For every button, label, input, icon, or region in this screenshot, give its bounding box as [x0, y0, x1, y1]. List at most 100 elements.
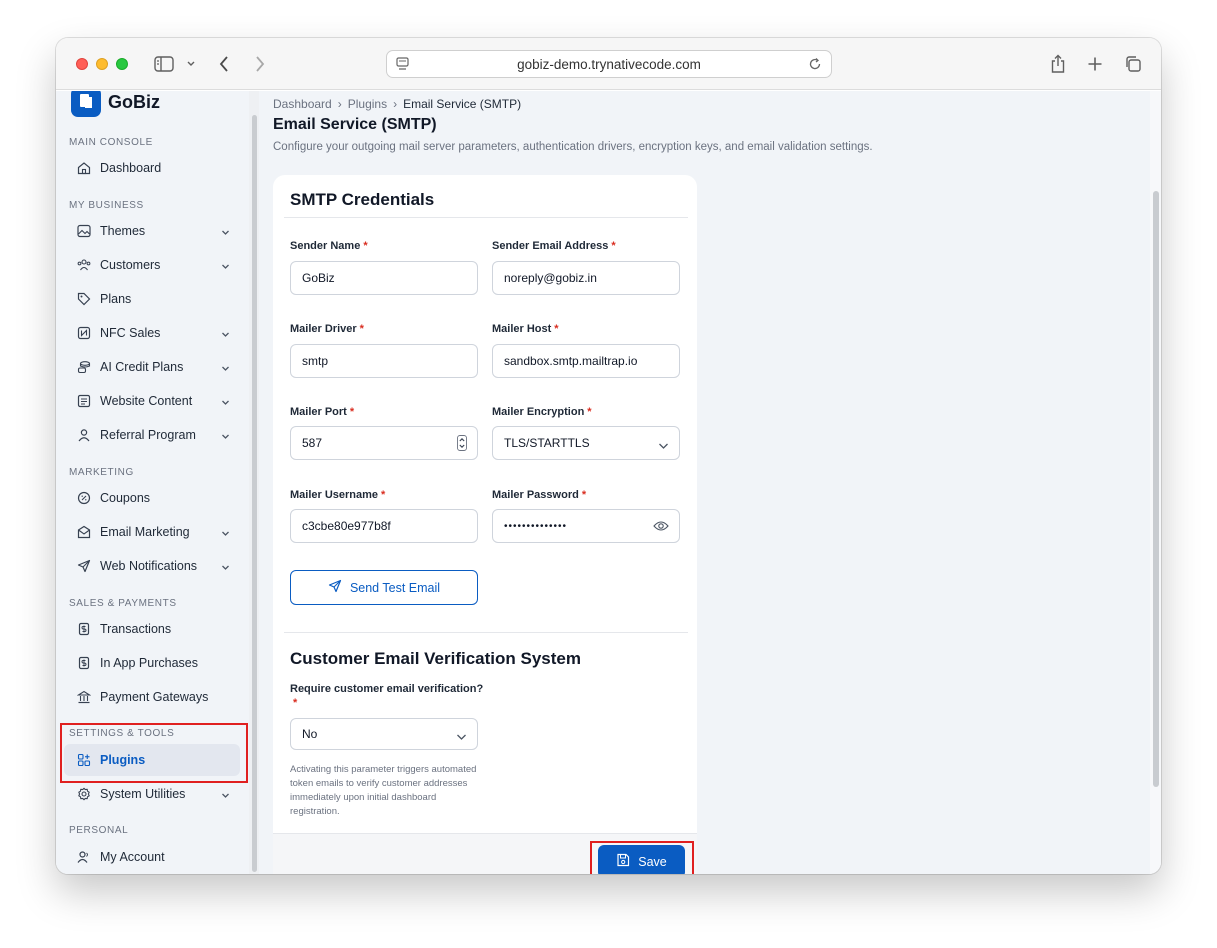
- main-scrollbar[interactable]: [1153, 191, 1159, 787]
- mailer-host-input[interactable]: sandbox.smtp.mailtrap.io: [492, 344, 680, 378]
- breadcrumb-separator: ›: [393, 97, 398, 111]
- sidebar-item-coupons[interactable]: Coupons: [64, 482, 240, 514]
- chevron-down-icon: [221, 225, 230, 239]
- mailer-encryption-select[interactable]: TLS/STARTTLS: [492, 426, 680, 460]
- chevron-down-icon: [221, 259, 230, 273]
- page-title: Email Service (SMTP): [273, 116, 437, 133]
- app-logo[interactable]: GoBiz: [71, 91, 160, 117]
- required-mark: *: [359, 323, 364, 335]
- sidebar-item-referral-program[interactable]: Referral Program: [64, 419, 240, 451]
- password-value: ••••••••••••••: [504, 520, 568, 532]
- number-stepper-icon[interactable]: [457, 435, 467, 454]
- label-text: Mailer Username: [290, 489, 379, 501]
- sidebar-item-label: Coupons: [100, 491, 151, 505]
- address-bar[interactable]: gobiz-demo.trynativecode.com: [386, 50, 832, 78]
- sidebar-item-label: Plans: [100, 292, 132, 306]
- users-icon: [76, 257, 92, 273]
- mailer-port-label: Mailer Port *: [290, 406, 354, 418]
- sidebar-toggle-icon[interactable]: [153, 52, 175, 76]
- tag-icon: [76, 291, 92, 307]
- sidebar-item-plans[interactable]: Plans: [64, 283, 240, 315]
- send-test-email-button[interactable]: Send Test Email: [290, 570, 478, 605]
- smtp-credentials-heading: SMTP Credentials: [290, 190, 435, 209]
- section-personal: PERSONAL: [69, 825, 129, 836]
- user-icon: [76, 427, 92, 443]
- breadcrumb-plugins[interactable]: Plugins: [348, 97, 387, 111]
- mailer-port-input[interactable]: 587: [290, 426, 478, 460]
- reload-icon[interactable]: [807, 56, 823, 75]
- image-icon: [76, 223, 92, 239]
- sidebar-item-ai-credit-plans[interactable]: AI Credit Plans: [64, 351, 240, 383]
- required-mark: *: [349, 406, 355, 418]
- sidebar-item-web-notifications[interactable]: Web Notifications: [64, 550, 240, 582]
- page-viewport: GoBiz MAIN CONSOLE Dashboard MY BUSINESS…: [56, 91, 1161, 874]
- label-text: Mailer Encryption: [492, 406, 585, 418]
- input-value: noreply@gobiz.in: [504, 271, 597, 285]
- minimize-window-button[interactable]: [96, 58, 108, 70]
- send-icon: [76, 558, 92, 574]
- chevron-down-icon: [658, 439, 669, 453]
- label-text: Mailer Host: [492, 323, 552, 335]
- sidebar-item-themes[interactable]: Themes: [64, 215, 240, 247]
- label-text: Sender Email Address: [492, 240, 609, 252]
- verification-question-label: Require customer email verification?: [290, 683, 484, 695]
- tab-overview-icon[interactable]: [1123, 52, 1143, 76]
- eye-icon[interactable]: [653, 520, 669, 535]
- sidebar-item-my-account[interactable]: My Account: [64, 841, 240, 873]
- breadcrumb: Dashboard › Plugins › Email Service (SMT…: [273, 97, 521, 111]
- sidebar-item-in-app-purchases[interactable]: In App Purchases: [64, 647, 240, 679]
- new-tab-icon[interactable]: [1086, 52, 1104, 76]
- sidebar-item-label: NFC Sales: [100, 326, 161, 340]
- breadcrumb-current: Email Service (SMTP): [403, 97, 522, 111]
- mailer-password-label: Mailer Password *: [492, 489, 586, 501]
- sidebar-item-website-content[interactable]: Website Content: [64, 385, 240, 417]
- account-icon: [76, 849, 92, 865]
- sender-email-input[interactable]: noreply@gobiz.in: [492, 261, 680, 295]
- sidebar: GoBiz MAIN CONSOLE Dashboard MY BUSINESS…: [56, 91, 249, 874]
- sidebar-item-dashboard[interactable]: Dashboard: [64, 152, 240, 184]
- sidebar-item-email-marketing[interactable]: Email Marketing: [64, 516, 240, 548]
- divider: [284, 217, 688, 218]
- select-value: TLS/STARTTLS: [504, 436, 590, 450]
- label-text: Sender Name: [290, 240, 361, 252]
- sidebar-item-label: Transactions: [100, 622, 172, 636]
- bank-icon: [76, 689, 92, 705]
- close-window-button[interactable]: [76, 58, 88, 70]
- sidebar-item-label: Website Content: [100, 394, 193, 408]
- forward-icon[interactable]: [252, 52, 268, 76]
- required-mark: *: [554, 323, 559, 335]
- sidebar-item-payment-gateways[interactable]: Payment Gateways: [64, 681, 240, 713]
- mailer-driver-input[interactable]: smtp: [290, 344, 478, 378]
- receipt-icon: [76, 655, 92, 671]
- required-mark: *: [611, 240, 616, 252]
- logo-text: GoBiz: [108, 91, 160, 112]
- url-text: gobiz-demo.trynativecode.com: [517, 56, 701, 72]
- site-settings-icon[interactable]: [395, 56, 411, 75]
- verification-select[interactable]: No: [290, 718, 478, 750]
- receipt-icon: [76, 621, 92, 637]
- zoom-window-button[interactable]: [116, 58, 128, 70]
- verification-help-text: Activating this parameter triggers autom…: [290, 764, 477, 817]
- sidebar-item-label: Payment Gateways: [100, 690, 209, 704]
- sidebar-item-nfc-sales[interactable]: NFC Sales: [64, 317, 240, 349]
- input-value: sandbox.smtp.mailtrap.io: [504, 354, 638, 368]
- save-highlight-box: [590, 841, 694, 874]
- share-icon[interactable]: [1048, 52, 1068, 76]
- sender-name-input[interactable]: GoBiz: [290, 261, 478, 295]
- required-mark: *: [381, 489, 386, 501]
- chevron-down-icon[interactable]: [185, 52, 197, 76]
- back-icon[interactable]: [216, 52, 232, 76]
- mailer-username-input[interactable]: c3cbe80e977b8f: [290, 509, 478, 543]
- sidebar-item-customers[interactable]: Customers: [64, 249, 240, 281]
- breadcrumb-dashboard[interactable]: Dashboard: [273, 97, 332, 111]
- sidebar-item-transactions[interactable]: Transactions: [64, 613, 240, 645]
- input-value: c3cbe80e977b8f: [302, 519, 391, 533]
- mailer-password-input[interactable]: ••••••••••••••: [492, 509, 680, 543]
- input-value: 587: [302, 436, 323, 450]
- logo-icon: [71, 91, 101, 117]
- breadcrumb-separator: ›: [337, 97, 342, 111]
- browser-toolbar: gobiz-demo.trynativecode.com: [56, 38, 1161, 90]
- sidebar-scrollbar[interactable]: [252, 115, 257, 872]
- sidebar-item-label: AI Credit Plans: [100, 360, 184, 374]
- coins-icon: [76, 359, 92, 375]
